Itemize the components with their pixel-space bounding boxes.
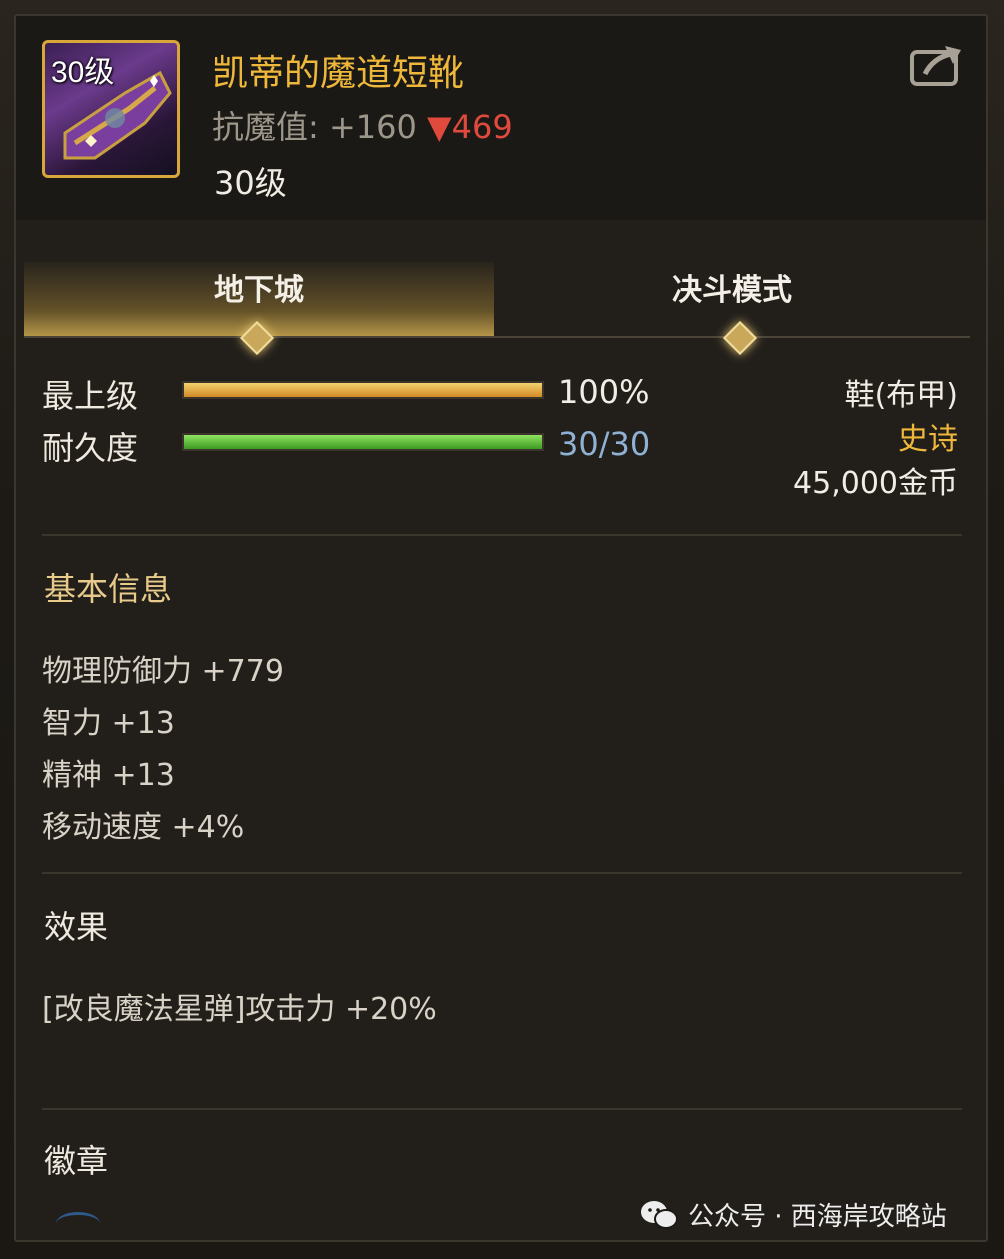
- attr-move-speed: 移动速度 +4%: [42, 810, 245, 845]
- item-name: 凯蒂的魔道短靴: [212, 53, 465, 94]
- basic-info-title: 基本信息: [44, 570, 173, 608]
- mode-tabs: 地下城 决斗模式: [24, 262, 970, 355]
- item-header: 30级 凯蒂的魔道短靴 抗魔值: +160 ▼469 30级: [16, 16, 986, 220]
- effect-line: [改良魔法星弹]攻击力 +20%: [42, 992, 437, 1027]
- watermark-text: 公众号 · 西海岸攻略站: [688, 1202, 947, 1232]
- divider: [42, 872, 962, 874]
- magic-resist-delta: ▼469: [427, 108, 513, 146]
- item-type: 鞋(布甲): [844, 378, 958, 413]
- badge-title: 徽章: [44, 1142, 109, 1180]
- durability-value: 30/30: [558, 425, 651, 463]
- durability-label: 耐久度: [42, 429, 139, 467]
- divider: [42, 1108, 962, 1110]
- tab-divider: [24, 336, 970, 338]
- item-level: 30级: [214, 164, 287, 202]
- chat-logo-icon: [641, 1200, 678, 1229]
- share-icon[interactable]: [909, 42, 965, 88]
- item-price: 45,000金币: [793, 466, 958, 501]
- grade-label: 最上级: [42, 377, 139, 415]
- durability-bar: [182, 433, 544, 451]
- grade-percent: 100%: [558, 373, 650, 411]
- grade-bar: [182, 381, 544, 399]
- attr-spirit: 精神 +13: [42, 758, 175, 793]
- effect-title: 效果: [44, 908, 109, 946]
- magic-resist-label: 抗魔值:: [212, 108, 319, 146]
- item-tooltip-panel: 30级 凯蒂的魔道短靴 抗魔值: +160 ▼469 30级 地下城 决斗模式 …: [14, 14, 988, 1242]
- grade-bar-fill: [184, 383, 542, 397]
- durability-bar-fill: [184, 435, 542, 449]
- tab-duel-mode[interactable]: 决斗模式: [494, 262, 970, 336]
- icon-level-label: 30级: [51, 56, 115, 89]
- badge-slot-icon: [56, 1212, 100, 1235]
- magic-resist-line: 抗魔值: +160 ▼469: [212, 102, 513, 148]
- item-rarity: 史诗: [898, 422, 958, 457]
- attr-physical-defense: 物理防御力 +779: [42, 654, 284, 689]
- divider: [42, 534, 962, 536]
- item-icon: 30级: [42, 40, 180, 178]
- watermark: 公众号 · 西海岸攻略站: [640, 1196, 947, 1233]
- attr-intelligence: 智力 +13: [42, 706, 175, 741]
- magic-resist-value: +160: [328, 108, 417, 146]
